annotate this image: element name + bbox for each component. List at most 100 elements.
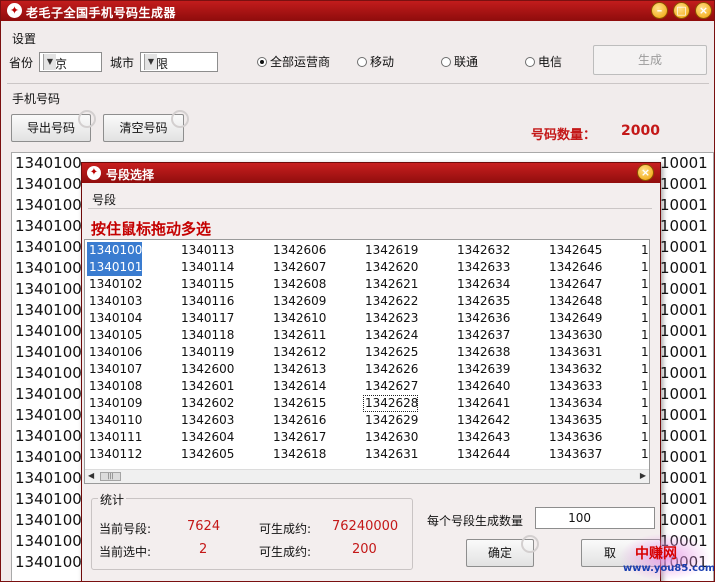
segment-item[interactable]: 1342627	[363, 378, 418, 395]
segment-item[interactable]: 1342609	[271, 293, 326, 310]
segment-item[interactable]: 1340112	[87, 446, 142, 463]
segment-item[interactable]: 1342606	[271, 242, 326, 259]
segment-item[interactable]: 1342639	[455, 361, 510, 378]
segment-item[interactable]: 1342608	[271, 276, 326, 293]
segment-item[interactable]: 1340119	[179, 344, 234, 361]
close-icon[interactable]: ×	[695, 2, 712, 19]
segment-item[interactable]: 1340102	[87, 276, 142, 293]
segment-item[interactable]: 1342643	[455, 429, 510, 446]
segment-item[interactable]: 1340110	[87, 412, 142, 429]
segment-item[interactable]: 1342633	[455, 259, 510, 276]
segment-item[interactable]: 1343634	[547, 395, 602, 412]
segment-item[interactable]: 1342600	[179, 361, 234, 378]
segment-item[interactable]: 1342616	[271, 412, 326, 429]
segment-item[interactable]: 1340106	[87, 344, 142, 361]
segment-item[interactable]: 1342630	[363, 429, 418, 446]
segment-item[interactable]: 1342601	[179, 378, 234, 395]
segment-item[interactable]: 13	[639, 378, 649, 395]
segment-item[interactable]: 1342631	[363, 446, 418, 463]
clear-numbers-button[interactable]: 清空号码	[103, 110, 189, 142]
segment-item[interactable]: 1340105	[87, 327, 142, 344]
segment-item[interactable]: 1342635	[455, 293, 510, 310]
segment-item[interactable]: 1343631	[547, 344, 602, 361]
segment-item[interactable]: 1342638	[455, 344, 510, 361]
scroll-thumb[interactable]: |||	[100, 472, 121, 481]
segment-item[interactable]: 1342619	[363, 242, 418, 259]
segment-item[interactable]: 1342620	[363, 259, 418, 276]
segment-item[interactable]: 13	[639, 361, 649, 378]
scroll-right-icon[interactable]: ▶	[640, 471, 646, 480]
segment-item[interactable]: 1342613	[271, 361, 326, 378]
segment-item[interactable]: 13	[639, 276, 649, 293]
segment-item[interactable]: 13	[639, 259, 649, 276]
horizontal-scrollbar[interactable]: ◀ ||| ▶	[85, 469, 649, 483]
segment-item[interactable]: 1343635	[547, 412, 602, 429]
segment-item[interactable]: 13	[639, 310, 649, 327]
segment-item[interactable]: 1340108	[87, 378, 142, 395]
segment-item[interactable]: 1342605	[179, 446, 234, 463]
segment-item[interactable]: 1342649	[547, 310, 602, 327]
confirm-button[interactable]: 确定	[466, 535, 539, 567]
city-select[interactable]: 不限 ▼	[140, 52, 218, 72]
maximize-icon[interactable]: □	[673, 2, 690, 19]
export-numbers-button[interactable]: 导出号码	[11, 110, 96, 142]
segment-item[interactable]: 1340109	[87, 395, 142, 412]
segment-item[interactable]: 1342632	[455, 242, 510, 259]
segment-item[interactable]: 1342610	[271, 310, 326, 327]
segment-item[interactable]: 13	[639, 446, 649, 463]
segment-item[interactable]: 13	[639, 293, 649, 310]
segment-item[interactable]: 1340101	[87, 259, 143, 276]
segment-item[interactable]: 1340115	[179, 276, 234, 293]
segment-item[interactable]: 13	[639, 429, 649, 446]
province-select[interactable]: 北京 ▼	[39, 52, 102, 72]
segment-item[interactable]: 1342612	[271, 344, 326, 361]
segment-item[interactable]: 1343632	[547, 361, 602, 378]
segment-item[interactable]: 1342636	[455, 310, 510, 327]
segment-item[interactable]: 1340100	[87, 242, 143, 259]
minimize-icon[interactable]: –	[651, 2, 668, 19]
segment-item[interactable]: 13	[639, 327, 649, 344]
segment-item[interactable]: 1342604	[179, 429, 234, 446]
segment-item[interactable]: 13	[639, 242, 649, 259]
segment-item[interactable]: 1342642	[455, 412, 510, 429]
segment-item[interactable]: 1340103	[87, 293, 142, 310]
segment-item[interactable]: 1342647	[547, 276, 602, 293]
segment-item[interactable]: 1340113	[179, 242, 234, 259]
segment-item[interactable]: 1342602	[179, 395, 234, 412]
segment-list[interactable]: 1340100 1340101 1340102 1340103 1340104 13401…	[84, 239, 650, 484]
segment-item[interactable]: 1340114	[179, 259, 234, 276]
segment-item[interactable]: 1342648	[547, 293, 602, 310]
segment-item[interactable]: 1342646	[547, 259, 602, 276]
segment-item[interactable]: 1343636	[547, 429, 602, 446]
segment-item[interactable]: 1343630	[547, 327, 602, 344]
radio-all-carriers[interactable]: 全部运营商	[257, 53, 330, 70]
segment-item[interactable]: 1340117	[179, 310, 234, 327]
radio-telecom[interactable]: 电信	[525, 53, 562, 70]
segment-item[interactable]: 1342629	[363, 412, 418, 429]
chevron-down-icon[interactable]: ▼	[43, 54, 56, 70]
close-icon[interactable]: ×	[637, 164, 654, 181]
segment-item[interactable]: 13	[639, 412, 649, 429]
segment-item[interactable]: 1342611	[271, 327, 326, 344]
segment-item[interactable]: 1342618	[271, 446, 326, 463]
radio-mobile[interactable]: 移动	[357, 53, 394, 70]
segment-item[interactable]: 1340111	[87, 429, 142, 446]
segment-item[interactable]: 1342634	[455, 276, 510, 293]
segment-item[interactable]: 1342641	[455, 395, 510, 412]
segment-item[interactable]: 13	[639, 344, 649, 361]
segment-item[interactable]: 1342628	[363, 395, 419, 412]
segment-item[interactable]: 1342622	[363, 293, 418, 310]
segment-item[interactable]: 1342614	[271, 378, 326, 395]
segment-item[interactable]: 1342623	[363, 310, 418, 327]
segment-item[interactable]: 13	[639, 395, 649, 412]
segment-item[interactable]: 1340104	[87, 310, 142, 327]
segment-item[interactable]: 1342607	[271, 259, 326, 276]
generate-button[interactable]: 生成	[593, 45, 707, 75]
segment-item[interactable]: 1343633	[547, 378, 602, 395]
segment-item[interactable]: 1342615	[271, 395, 326, 412]
segment-item[interactable]: 1342637	[455, 327, 510, 344]
segment-item[interactable]: 1342603	[179, 412, 234, 429]
chevron-down-icon[interactable]: ▼	[144, 54, 157, 70]
segment-item[interactable]: 1340118	[179, 327, 234, 344]
segment-item[interactable]: 1342624	[363, 327, 418, 344]
